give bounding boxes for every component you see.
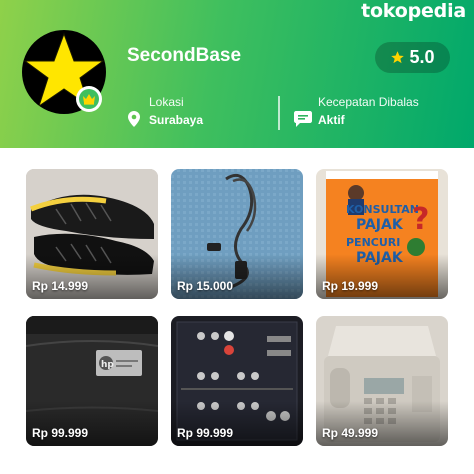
svg-text:?: ?	[412, 202, 429, 237]
book-title-line2: PAJAK	[356, 217, 404, 233]
response-label: Kecepatan Dibalas	[318, 95, 419, 109]
star-icon	[391, 51, 405, 64]
product-price: Rp 99.999	[32, 426, 89, 440]
chat-bubble-icon	[294, 111, 312, 127]
product-price: Rp 19.999	[322, 279, 379, 293]
location-value: Surabaya	[149, 113, 204, 127]
shop-header: tokopedia SecondBase 5.0 Lokasi Surabaya…	[0, 0, 474, 148]
book-title-line3: PENCURI	[346, 236, 400, 249]
location-info: Lokasi Surabaya	[149, 95, 203, 127]
response-info: Kecepatan Dibalas Aktif	[318, 95, 419, 127]
location-label: Lokasi	[149, 95, 184, 109]
product-card[interactable]: Rp 15.000	[171, 169, 303, 299]
product-price: Rp 14.999	[32, 279, 89, 293]
product-grid: Rp 14.999 Rp 15.000 KONSULTAN PAJAK PENC…	[0, 148, 474, 474]
product-price: Rp 15.000	[177, 279, 234, 293]
product-card[interactable]: Rp 49.999	[316, 316, 448, 446]
official-badge	[76, 86, 102, 112]
product-card[interactable]: Rp 99.999	[171, 316, 303, 446]
rating-value: 5.0	[409, 47, 435, 67]
book-title-line1: KONSULTAN	[346, 203, 419, 216]
product-price: Rp 49.999	[322, 426, 379, 440]
product-card[interactable]: Rp 14.999	[26, 169, 158, 299]
info-divider	[278, 96, 280, 130]
response-value: Aktif	[318, 113, 345, 127]
product-card[interactable]: hp Rp 99.999	[26, 316, 158, 446]
shop-avatar[interactable]	[22, 30, 106, 114]
product-card[interactable]: KONSULTAN PAJAK PENCURI PAJAK ? Rp 19.99…	[316, 169, 448, 299]
product-price: Rp 99.999	[177, 426, 234, 440]
rating-badge[interactable]: 5.0	[375, 42, 450, 73]
hp-logo-text: hp	[101, 360, 114, 370]
shop-name[interactable]: SecondBase	[127, 45, 241, 67]
crown-icon	[83, 94, 95, 105]
location-pin-icon	[128, 111, 140, 127]
tokopedia-logo: tokopedia	[361, 0, 466, 22]
